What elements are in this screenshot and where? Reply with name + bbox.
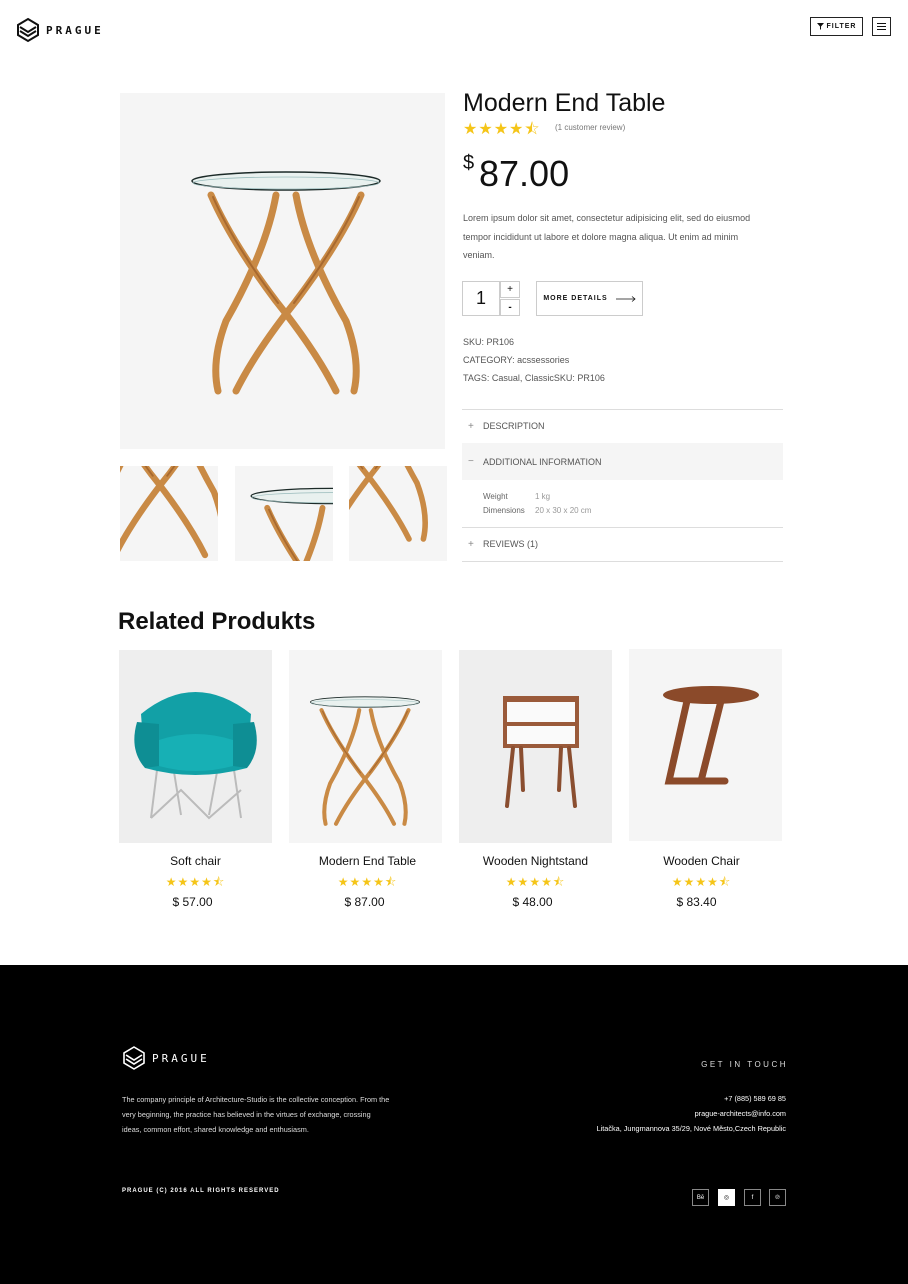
- related-product-name[interactable]: Wooden Chair: [625, 854, 778, 868]
- price-currency: $: [463, 152, 475, 174]
- facebook-icon[interactable]: f: [744, 1189, 761, 1206]
- minus-icon: −: [468, 456, 474, 467]
- footer-about-text: The company principle of Architecture-St…: [122, 1095, 390, 1134]
- product-description: Lorem ipsum dolor sit amet, consectetur …: [463, 213, 751, 260]
- related-product-price: $ 57.00: [172, 895, 213, 909]
- brand-logo[interactable]: PRAGUE: [16, 17, 104, 43]
- spec-dimensions-value: 20 x 30 x 20 cm: [535, 506, 592, 515]
- accordion-reviews[interactable]: + REVIEWS (1): [462, 527, 783, 561]
- product-thumbnail-2[interactable]: [235, 466, 333, 561]
- plus-icon: +: [468, 420, 474, 432]
- product-thumbnail-3[interactable]: [349, 466, 447, 561]
- customer-review-link[interactable]: (1 customer review): [555, 123, 625, 132]
- dribbble-icon[interactable]: ◎: [718, 1189, 735, 1206]
- quantity-input[interactable]: 1: [462, 281, 500, 316]
- filter-label: FILTER: [826, 23, 857, 30]
- spec-weight-value: 1 kg: [535, 492, 551, 501]
- related-product-image-soft-chair[interactable]: [119, 650, 272, 843]
- hamburger-menu-icon[interactable]: [872, 17, 891, 36]
- footer-brand-name: PRAGUE: [152, 1051, 210, 1065]
- accordion-description-label: DESCRIPTION: [483, 421, 545, 431]
- quantity-increase-button[interactable]: +: [500, 281, 520, 298]
- plus-icon: +: [468, 538, 474, 550]
- related-product-image-wooden-nightstand[interactable]: [459, 650, 612, 843]
- glass-end-table-image: [289, 650, 442, 843]
- related-product-stars: ★★★★⯪: [337, 875, 398, 889]
- spec-weight-key: Weight: [483, 492, 508, 501]
- divider: [462, 561, 783, 562]
- more-details-label: MORE DETAILS: [543, 295, 608, 302]
- copyright-text: PRAGUE (C) 2016 ALL RIGHTS RESERVED: [122, 1188, 280, 1194]
- product-title: Modern End Table: [463, 89, 666, 117]
- product-category: CATEGORY: acssessories: [463, 355, 570, 365]
- product-rating-stars: ★★★★⯪: [463, 121, 541, 138]
- related-product-image-wooden-chair[interactable]: [629, 649, 782, 841]
- pinterest-icon[interactable]: ℗: [769, 1189, 786, 1206]
- related-product-price: $ 87.00: [344, 895, 385, 909]
- footer-email[interactable]: prague-architects@info.com: [560, 1109, 786, 1118]
- accordion-reviews-label: REVIEWS (1): [483, 539, 539, 549]
- product-main-image[interactable]: [120, 93, 445, 449]
- spec-dimensions-key: Dimensions: [483, 506, 525, 515]
- wooden-side-table-image: [663, 686, 759, 785]
- related-product-name[interactable]: Wooden Nightstand: [459, 854, 612, 868]
- prague-logo-icon: [17, 17, 39, 43]
- product-tags: TAGS: Casual, ClassicSKU: PR106: [463, 373, 605, 383]
- related-products-title: Related Produkts: [118, 608, 316, 635]
- accordion-description[interactable]: + DESCRIPTION: [462, 409, 783, 443]
- get-in-touch-heading: GET IN TOUCH: [701, 1060, 788, 1069]
- quantity-decrease-button[interactable]: -: [500, 299, 520, 316]
- related-product-stars: ★★★★⯪: [165, 875, 226, 889]
- accordion-additional-information[interactable]: − ADDITIONAL INFORMATION: [462, 443, 783, 480]
- product-thumbnail-1[interactable]: [120, 466, 218, 561]
- product-price: 87.00: [479, 153, 570, 194]
- brand-name: PRAGUE: [46, 23, 104, 37]
- glass-end-table-image: [120, 93, 445, 449]
- filter-button[interactable]: FILTER: [810, 17, 863, 36]
- more-details-button[interactable]: MORE DETAILS: [536, 281, 643, 316]
- product-sku: SKU: PR106: [463, 337, 515, 347]
- nightstand-image: [503, 696, 579, 808]
- related-product-image-modern-end-table[interactable]: [289, 650, 442, 843]
- arrow-right-icon: [615, 295, 636, 302]
- funnel-icon: [816, 23, 824, 30]
- related-product-name[interactable]: Modern End Table: [291, 854, 444, 868]
- related-product-price: $ 48.00: [512, 895, 553, 909]
- related-product-price: $ 83.40: [676, 895, 717, 909]
- behance-icon[interactable]: Bē: [692, 1189, 709, 1206]
- prague-logo-icon: [123, 1046, 145, 1070]
- related-product-name[interactable]: Soft chair: [119, 854, 272, 868]
- teal-armchair-image: [134, 692, 257, 820]
- footer-phone[interactable]: +7 (885) 589 69 85: [560, 1094, 786, 1103]
- related-product-stars: ★★★★⯪: [671, 875, 732, 889]
- footer-address: Litačka, Jungmannova 35/29, Nové Město,C…: [596, 1124, 786, 1133]
- accordion-additional-label: ADDITIONAL INFORMATION: [483, 456, 602, 467]
- related-product-stars: ★★★★⯪: [505, 875, 566, 889]
- footer-logo[interactable]: PRAGUE: [122, 1045, 210, 1071]
